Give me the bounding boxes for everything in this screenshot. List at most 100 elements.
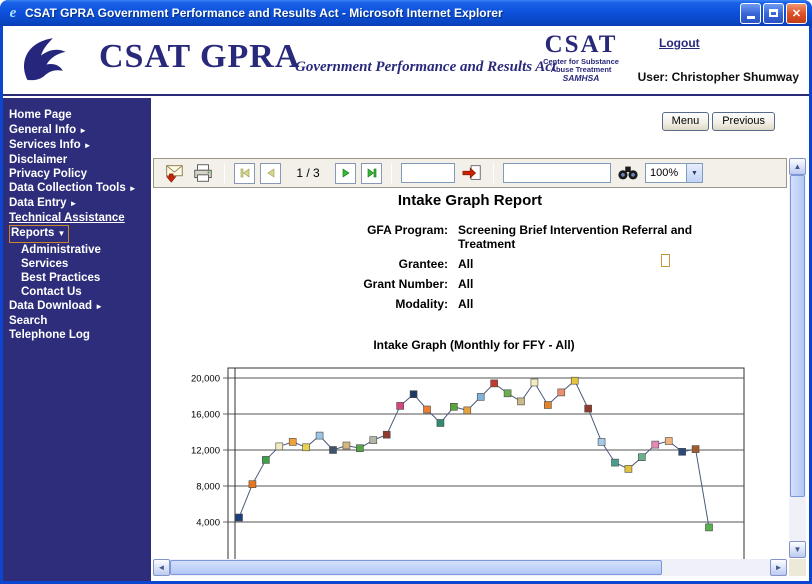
- vertical-scroll-track[interactable]: [789, 175, 806, 541]
- page-indicator: 1 / 3: [286, 166, 330, 180]
- horizontal-scroll-track[interactable]: [170, 559, 770, 576]
- field-label: Grant Number:: [153, 277, 448, 291]
- sidebar-item-search[interactable]: Search: [9, 314, 151, 328]
- field-value: Screening Brief Intervention Referral an…: [458, 223, 738, 251]
- field-label: Grantee:: [153, 257, 448, 271]
- sidebar-item-reports[interactable]: Reports▼: [9, 225, 151, 243]
- samhsa-label: SAMHSA: [538, 74, 624, 83]
- brand-tagline: Government Performance and Results Act: [295, 59, 556, 76]
- chart-title: Intake Graph (Monthly for FFY - All): [183, 338, 765, 352]
- sidebar-item-data-collection-tools[interactable]: Data Collection Tools►: [9, 181, 151, 196]
- svg-text:8,000: 8,000: [196, 482, 220, 493]
- maximize-button[interactable]: [763, 3, 784, 24]
- last-page-icon: [366, 167, 378, 179]
- horizontal-scrollbar[interactable]: ◄ ►: [153, 559, 787, 576]
- title-bar: e CSAT GPRA Government Performance and R…: [0, 0, 812, 26]
- sidebar-item-technical-assistance[interactable]: Technical Assistance: [9, 211, 151, 225]
- vertical-scroll-thumb[interactable]: [790, 175, 805, 497]
- export-button[interactable]: [162, 162, 186, 184]
- sidebar-item-disclaimer[interactable]: Disclaimer: [9, 153, 151, 167]
- report-toolbar: 1 / 3: [153, 158, 787, 188]
- close-button[interactable]: ✕: [786, 3, 807, 24]
- page-header: CSAT GPRA Government Performance and Res…: [3, 26, 809, 96]
- previous-page-button[interactable]: [260, 163, 281, 184]
- intake-chart-svg: 20,00016,00012,0008,0004,000: [185, 364, 745, 559]
- field-value: All: [458, 297, 738, 311]
- sidebar-item-general-info[interactable]: General Info►: [9, 123, 151, 138]
- submenu-arrow-icon: ►: [79, 126, 87, 135]
- hhs-logo: [13, 31, 71, 94]
- zoom-select[interactable]: 100% ▼: [645, 163, 703, 183]
- scroll-up-button[interactable]: ▲: [789, 158, 806, 175]
- report-fields: GFA Program: Screening Brief Interventio…: [153, 223, 787, 311]
- field-label: Modality:: [153, 297, 448, 311]
- zoom-value: 100%: [646, 167, 686, 179]
- vertical-scrollbar[interactable]: ▲ ▼: [789, 158, 806, 558]
- toolbar-separator: [224, 163, 225, 183]
- goto-page-input[interactable]: [401, 163, 455, 183]
- submenu-arrow-icon: ►: [70, 199, 78, 208]
- sidebar-item-services-info[interactable]: Services Info►: [9, 138, 151, 153]
- field-value: All: [458, 277, 738, 291]
- chevron-down-icon[interactable]: ▼: [686, 164, 702, 182]
- goto-page-button[interactable]: [460, 162, 484, 184]
- submenu-arrow-icon: ►: [129, 184, 137, 193]
- sidebar-item-contact-us[interactable]: Contact Us: [9, 285, 151, 299]
- previous-page-icon: [265, 167, 277, 179]
- maximize-icon: [769, 9, 778, 17]
- sidebar-item-telephone-log[interactable]: Telephone Log: [9, 328, 151, 342]
- toolbar-separator: [391, 163, 392, 183]
- sidebar-item-data-download[interactable]: Data Download►: [9, 299, 151, 314]
- scroll-right-button[interactable]: ►: [770, 559, 787, 576]
- svg-text:16,000: 16,000: [191, 410, 220, 421]
- next-page-button[interactable]: [335, 163, 356, 184]
- find-button[interactable]: [616, 162, 640, 184]
- print-button[interactable]: [191, 162, 215, 184]
- svg-text:4,000: 4,000: [196, 518, 220, 529]
- field-label: GFA Program:: [153, 223, 448, 251]
- missing-glyph-artifact: [661, 254, 670, 267]
- brand-title: CSAT GPRA: [99, 38, 300, 76]
- intake-chart: 20,00016,00012,0008,0004,000: [185, 364, 745, 559]
- logout-link[interactable]: Logout: [659, 36, 700, 50]
- minimize-icon: [747, 16, 755, 19]
- toolbar-separator: [493, 163, 494, 183]
- menu-button[interactable]: Menu: [662, 112, 710, 131]
- sidebar-item-privacy-policy[interactable]: Privacy Policy: [9, 167, 151, 181]
- sidebar-item-services[interactable]: Services: [9, 257, 151, 271]
- svg-text:20,000: 20,000: [191, 374, 220, 385]
- window-controls: ✕: [740, 3, 807, 24]
- scroll-left-button[interactable]: ◄: [153, 559, 170, 576]
- csat-logo-name: CSAT: [538, 32, 624, 58]
- scrollbar-corner: [789, 559, 806, 576]
- minimize-button[interactable]: [740, 3, 761, 24]
- browser-window: e CSAT GPRA Government Performance and R…: [0, 0, 812, 584]
- report-page: Intake Graph Report GFA Program: Screeni…: [153, 190, 787, 559]
- sidebar-item-home-page[interactable]: Home Page: [9, 108, 151, 123]
- sidebar-item-administrative[interactable]: Administrative: [9, 243, 151, 257]
- field-value: All: [458, 257, 738, 271]
- logged-in-user: User: Christopher Shumway: [638, 70, 799, 84]
- page-nav-buttons: Menu Previous: [662, 112, 775, 131]
- report-title: Intake Graph Report: [153, 192, 787, 209]
- main-content: Menu Previous: [151, 98, 809, 581]
- submenu-arrow-icon: ►: [84, 141, 92, 150]
- export-envelope-icon: [163, 162, 185, 184]
- previous-button[interactable]: Previous: [712, 112, 775, 131]
- sidebar-item-data-entry[interactable]: Data Entry►: [9, 196, 151, 211]
- window-content: CSAT GPRA Government Performance and Res…: [3, 26, 809, 581]
- goto-page-icon: [461, 163, 483, 183]
- internet-explorer-icon[interactable]: e: [5, 5, 21, 22]
- printer-icon: [192, 162, 214, 184]
- submenu-open-arrow-icon: ▼: [57, 229, 65, 238]
- search-text-input[interactable]: [503, 163, 611, 183]
- last-page-button[interactable]: [361, 163, 382, 184]
- first-page-button[interactable]: [234, 163, 255, 184]
- horizontal-scroll-thumb[interactable]: [170, 560, 662, 575]
- csat-logo: CSAT Center for Substance Abuse Treatmen…: [538, 32, 624, 83]
- sidebar-nav: Home Page General Info► Services Info► D…: [3, 98, 151, 581]
- window-title: CSAT GPRA Government Performance and Res…: [25, 6, 740, 20]
- sidebar-item-best-practices[interactable]: Best Practices: [9, 271, 151, 285]
- binoculars-icon: [617, 165, 639, 181]
- scroll-down-button[interactable]: ▼: [789, 541, 806, 558]
